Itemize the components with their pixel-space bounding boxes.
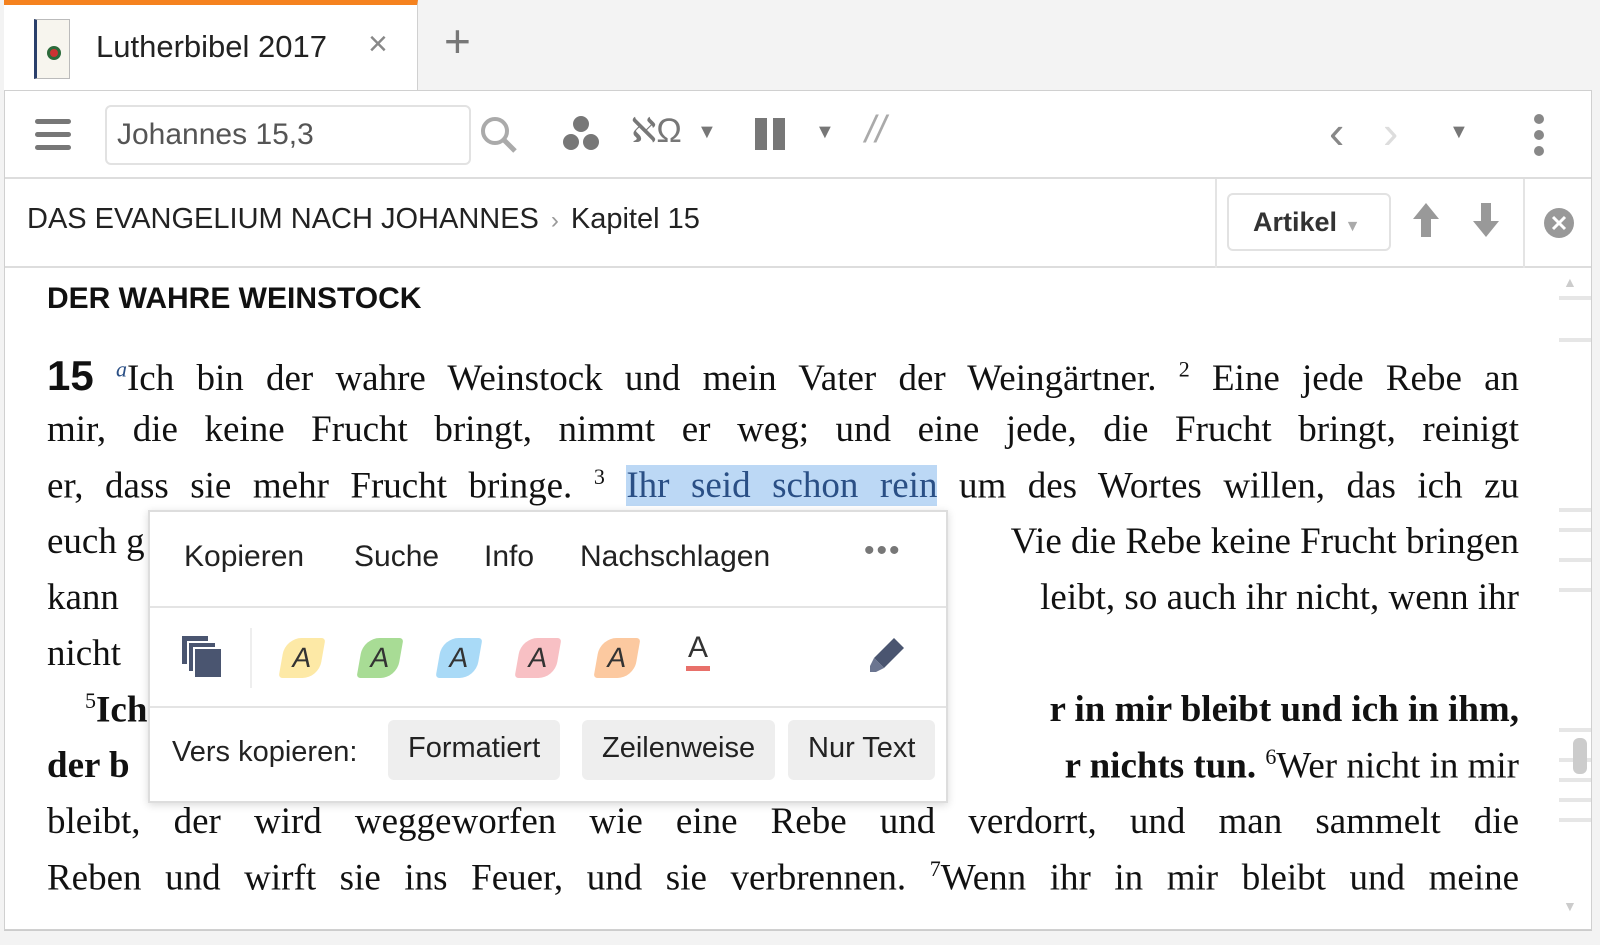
chapter-number: 15 xyxy=(47,352,94,399)
copy-icon[interactable] xyxy=(182,636,222,678)
scroll-thumb[interactable] xyxy=(1573,738,1587,774)
divider xyxy=(250,628,252,688)
selection-popup: Kopieren Suche Info Nachschlagen ••• A A… xyxy=(148,510,948,803)
copy-verse-label: Vers kopieren: xyxy=(172,736,358,768)
history-dropdown-icon[interactable]: ▼ xyxy=(1449,121,1469,144)
selected-text[interactable]: Ihr seid schon rein xyxy=(626,465,938,507)
verse-text[interactable]: Ich bin der wahre Weinstock und mein Vat… xyxy=(127,358,1156,399)
verse-text[interactable]: Wenn ihr in mir bleibt und meine xyxy=(941,857,1519,898)
breadcrumb-separator: › xyxy=(550,207,559,234)
toolbar: ℵΩ ▼ ▼ // ‹ › ▼ xyxy=(5,91,1591,179)
verse-number: 6 xyxy=(1265,744,1277,769)
book-cover-icon xyxy=(34,19,70,79)
copy-linewise-button[interactable]: Zeilenweise xyxy=(582,720,776,780)
text-line[interactable]: bleibt, der wird weggeworfen wie eine Re… xyxy=(47,800,1519,843)
new-tab-button[interactable]: + xyxy=(444,14,471,68)
more-vertical-icon[interactable] xyxy=(1533,113,1545,157)
verse-text[interactable]: kann xyxy=(47,576,119,619)
verse-text[interactable]: Reben und wirft sie ins Feuer, und sie v… xyxy=(47,857,906,898)
verse-text[interactable]: Ich xyxy=(96,689,147,730)
verse-text[interactable]: Wer nicht in mir xyxy=(1276,745,1519,786)
divider xyxy=(1215,179,1217,268)
underline-icon[interactable]: A xyxy=(686,630,711,671)
forward-icon[interactable]: › xyxy=(1383,105,1398,159)
copy-formatted-button[interactable]: Formatiert xyxy=(388,720,561,780)
highlighter-pen-icon[interactable] xyxy=(866,636,906,676)
dropdown-arrow-icon[interactable]: ▼ xyxy=(815,121,835,144)
back-icon[interactable]: ‹ xyxy=(1329,105,1344,159)
reference-input[interactable] xyxy=(105,105,471,165)
chevron-down-icon: ▼ xyxy=(1344,218,1361,235)
breadcrumb-book[interactable]: DAS EVANGELIUM NACH JOHANNES xyxy=(27,203,539,235)
article-dropdown-label: Artikel xyxy=(1253,207,1338,237)
parallel-slash-icon[interactable]: // xyxy=(865,109,886,152)
verse-text[interactable]: Vie die Rebe keine Frucht bringen xyxy=(1011,520,1519,563)
arrow-down-icon[interactable] xyxy=(1471,201,1501,239)
info-action[interactable]: Info xyxy=(484,540,534,574)
highlight-tools: A A A A A A xyxy=(150,608,946,708)
scrollbar[interactable]: ▲ ▼ xyxy=(1545,268,1591,928)
dropdown-arrow-icon[interactable]: ▼ xyxy=(697,121,717,144)
article-dropdown[interactable]: Artikel ▼ xyxy=(1227,193,1391,251)
breadcrumb: DAS EVANGELIUM NACH JOHANNES › Kapitel 15 … xyxy=(5,179,1591,268)
copy-action[interactable]: Kopieren xyxy=(184,540,304,574)
menu-icon[interactable] xyxy=(35,119,71,158)
parallel-icon[interactable] xyxy=(561,113,601,153)
divider xyxy=(1523,179,1525,268)
search-action[interactable]: Suche xyxy=(354,540,439,574)
verse-text[interactable]: r in mir bleibt und ich in ihm, xyxy=(1050,688,1519,731)
verse-text[interactable]: der b xyxy=(47,744,130,787)
verse-text[interactable]: euch g xyxy=(47,520,145,563)
original-language-icon[interactable]: ℵΩ xyxy=(631,111,682,151)
verse-text[interactable]: um des Wortes willen, das ich zu xyxy=(959,465,1519,506)
verse-number: 5 xyxy=(85,688,96,713)
verse-text[interactable]: leibt, so auch ihr nicht, wenn ihr xyxy=(1040,576,1519,619)
tab-title: Lutherbibel 2017 xyxy=(96,29,327,64)
footnote-marker[interactable]: a xyxy=(116,357,127,382)
scroll-up-icon[interactable]: ▲ xyxy=(1563,274,1577,290)
highlight-green-icon[interactable]: A xyxy=(356,638,404,678)
columns-icon[interactable] xyxy=(755,118,787,150)
highlight-yellow-icon[interactable]: A xyxy=(278,638,326,678)
verse-text[interactable]: er, dass sie mehr Frucht bringe. xyxy=(47,465,572,506)
text-line: 15 aIch bin der wahre Weinstock und mein… xyxy=(47,352,1519,400)
section-heading: DER WAHRE WEINSTOCK xyxy=(47,282,422,315)
search-icon[interactable] xyxy=(479,115,519,155)
highlight-orange-icon[interactable]: A xyxy=(593,638,641,678)
scroll-down-icon[interactable]: ▼ xyxy=(1563,898,1577,914)
highlight-blue-icon[interactable]: A xyxy=(435,638,483,678)
status-strip xyxy=(4,930,1592,945)
verse-number: 7 xyxy=(929,856,941,881)
text-line: Reben und wirft sie ins Feuer, und sie v… xyxy=(47,856,1519,899)
text-line: er, dass sie mehr Frucht bringe. 3 Ihr s… xyxy=(47,464,1519,507)
arrow-up-icon[interactable] xyxy=(1411,201,1441,239)
close-tab-icon[interactable]: × xyxy=(368,25,388,64)
tab-lutherbibel[interactable]: Lutherbibel 2017 × xyxy=(4,0,418,92)
popup-actions: Kopieren Suche Info Nachschlagen ••• xyxy=(150,512,946,608)
breadcrumb-chapter[interactable]: Kapitel 15 xyxy=(571,203,700,235)
lookup-action[interactable]: Nachschlagen xyxy=(580,540,770,574)
verse-number: 2 xyxy=(1178,356,1190,382)
verse-text[interactable]: r nichts tun. xyxy=(1065,745,1257,786)
verse-number: 3 xyxy=(593,464,605,489)
close-panel-icon[interactable] xyxy=(1543,207,1575,239)
copy-text-only-button[interactable]: Nur Text xyxy=(788,720,936,780)
verse-text[interactable]: nicht xyxy=(47,632,121,675)
more-icon[interactable]: ••• xyxy=(864,534,902,568)
text-line[interactable]: mir, die keine Frucht bringt, nimmt er w… xyxy=(47,408,1519,451)
highlight-red-icon[interactable]: A xyxy=(514,638,562,678)
verse-text[interactable]: Eine jede Rebe an xyxy=(1212,358,1519,399)
